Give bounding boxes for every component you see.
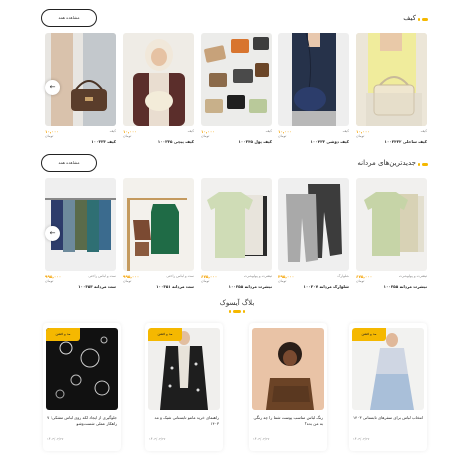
product-category: کیف: [420, 129, 427, 133]
product-card[interactable]: کیف ۱۰,۰۰۰ تومان کیف ساحلی ۱۰۰۳۴۳۲: [356, 33, 427, 148]
product-category: کیف: [187, 129, 194, 133]
title-dots-icon: [418, 163, 428, 166]
blog-image[interactable]: [252, 328, 324, 410]
product-name[interactable]: تیشرت مردانه ۱۰۰۳۵۵: [229, 284, 272, 289]
product-currency: تومان: [356, 279, 365, 283]
product-name[interactable]: ست مردانه ۱۰۰۳۵۳: [78, 284, 116, 289]
product-image[interactable]: [123, 33, 194, 126]
blog-title[interactable]: جلوگیری از ایجاد لکه روی لباس مشکی؛ ۷ را…: [47, 415, 117, 427]
blog-date: ۱۴۰۳/۰۳/۲۷: [47, 437, 64, 441]
bags-section-header: کیف مشاهده همه: [0, 9, 474, 29]
product-image[interactable]: [201, 178, 272, 271]
product-image[interactable]: [123, 178, 194, 271]
blog-section-header: بلاگ آیسوک: [0, 297, 474, 317]
product-currency: تومان: [45, 134, 54, 138]
product-currency: تومان: [278, 134, 287, 138]
mens-view-all-button[interactable]: مشاهده همه: [41, 154, 97, 172]
product-image[interactable]: [201, 33, 272, 126]
blog-title[interactable]: راهنمای خرید مانتو تابستانی شیک و مد ۱۴۰…: [149, 415, 220, 427]
product-name[interactable]: کیف دوشی ۱۰۰۴۳۳: [310, 139, 349, 144]
product-currency: تومان: [356, 134, 365, 138]
blog-date: ۱۴۰۳/۰۳/۲۷: [253, 437, 270, 441]
product-image[interactable]: [278, 178, 349, 271]
bags-view-all-button[interactable]: مشاهده همه: [41, 9, 97, 27]
product-category: ست و لباس راحتی: [88, 274, 116, 278]
product-currency: تومان: [45, 279, 54, 283]
blog-date: ۱۴۰۳/۰۳/۲۷: [149, 437, 166, 441]
product-currency: تومان: [278, 279, 287, 283]
blog-date: ۱۴۰۳/۰۳/۲۷: [353, 437, 370, 441]
product-name[interactable]: کیف ۱۰۰۳۳۳: [91, 139, 116, 144]
blog-card[interactable]: مد و فشن انتخاب لباس برای سفرهای تابستان…: [349, 323, 427, 451]
blog-category-badge[interactable]: مد و فشن: [148, 328, 182, 341]
product-category: ست و لباس راحتی: [166, 274, 194, 278]
blog-card[interactable]: رنگ لباس مناسب پوست شما را چه رنگی به من…: [249, 323, 327, 451]
product-name[interactable]: ست مردانه ۱۰۰۳۵۱: [156, 284, 194, 289]
blog-category-badge[interactable]: مد و فشن: [46, 328, 80, 341]
product-category: کیف: [265, 129, 272, 133]
product-card[interactable]: کیف ۱۰,۰۰۰ تومان کیف پیچی ۱۰۰۳۳۵: [123, 33, 194, 148]
product-image[interactable]: [45, 33, 116, 126]
product-currency: تومان: [123, 279, 132, 283]
title-dots-icon: [229, 310, 245, 313]
product-card[interactable]: تیشرت و پولوشرت ۶۷۵,۰۰۰ تومان تیشرت مردا…: [201, 178, 272, 293]
product-name[interactable]: کیف ساحلی ۱۰۰۳۴۳۲: [384, 139, 427, 144]
product-card[interactable]: کیف ۱۰,۰۰۰ تومان کیف دوشی ۱۰۰۴۳۳: [278, 33, 349, 148]
product-category: تیشرت و پولوشرت: [398, 274, 427, 278]
blog-category-badge[interactable]: مد و فشن: [352, 328, 386, 341]
product-image[interactable]: [45, 178, 116, 271]
product-image[interactable]: [356, 33, 427, 126]
blog-card[interactable]: مد و فشن راهنمای خرید مانتو تابستانی شیک…: [145, 323, 223, 451]
product-currency: تومان: [123, 134, 132, 138]
product-currency: تومان: [201, 279, 210, 283]
mens-section-title: جدیدترین‌های مردانه: [357, 159, 416, 167]
blog-section-title: بلاگ آیسوک: [219, 299, 255, 307]
product-name[interactable]: شلوارک مردانه ۱۰۰۳۰۷: [303, 284, 349, 289]
bags-section-title: کیف: [403, 14, 416, 22]
blog-card[interactable]: مد و فشن جلوگیری از ایجاد لکه روی لباس م…: [43, 323, 121, 451]
blog-image[interactable]: مد و فشن: [148, 328, 220, 410]
blog-image[interactable]: مد و فشن: [46, 328, 118, 410]
product-card[interactable]: تیشرت و پولوشرت ۶۷۵,۰۰۰ تومان تیشرت مردا…: [356, 178, 427, 293]
product-name[interactable]: کیف پیچی ۱۰۰۳۳۵: [158, 139, 194, 144]
carousel-prev-arrow-icon[interactable]: ←: [45, 226, 60, 241]
product-category: تیشرت و پولوشرت: [243, 274, 272, 278]
product-card[interactable]: ست و لباس راحتی ۹۹۵,۰۰۰ تومان ست مردانه …: [123, 178, 194, 293]
blog-title[interactable]: رنگ لباس مناسب پوست شما را چه رنگی به من…: [253, 415, 324, 427]
title-dots-icon: [418, 18, 428, 21]
product-card[interactable]: کیف ۱۰,۰۰۰ تومان کیف پول ۱۰۰۳۴۵: [201, 33, 272, 148]
blog-title[interactable]: انتخاب لباس برای سفرهای تابستانی ۱۴۰۳: [353, 415, 423, 421]
product-card[interactable]: شلوارک ۴۹۵,۰۰۰ تومان شلوارک مردانه ۱۰۰۳۰…: [278, 178, 349, 293]
product-name[interactable]: کیف پول ۱۰۰۳۴۵: [238, 139, 272, 144]
product-currency: تومان: [201, 134, 210, 138]
product-image[interactable]: [278, 33, 349, 126]
blog-image[interactable]: مد و فشن: [352, 328, 424, 410]
product-category: کیف: [109, 129, 116, 133]
product-name[interactable]: تیشرت مردانه ۱۰۰۳۵۵: [384, 284, 427, 289]
product-image[interactable]: [356, 178, 427, 271]
product-category: شلوارک: [337, 274, 349, 278]
product-category: کیف: [342, 129, 349, 133]
carousel-prev-arrow-icon[interactable]: ←: [45, 80, 60, 95]
mens-section-header: جدیدترین‌های مردانه مشاهده همه: [0, 154, 474, 174]
